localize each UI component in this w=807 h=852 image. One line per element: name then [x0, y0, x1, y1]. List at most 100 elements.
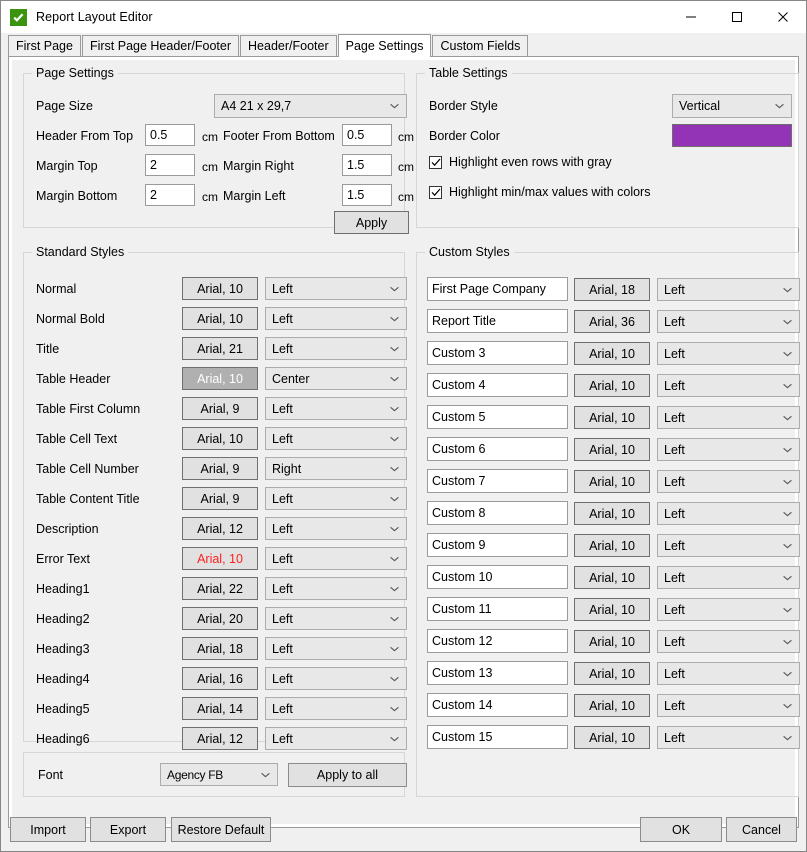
align-combo-custom-3[interactable]: Left: [657, 342, 800, 365]
align-combo-custom-14[interactable]: Left: [657, 694, 800, 717]
align-combo-custom-15[interactable]: Left: [657, 726, 800, 749]
name-input-custom-4[interactable]: Custom 4: [427, 373, 568, 397]
import-button[interactable]: Import: [10, 817, 86, 842]
margin-right-input[interactable]: 1.5: [342, 154, 392, 176]
align-combo-custom-9[interactable]: Left: [657, 534, 800, 557]
font-button-table-content-title[interactable]: Arial, 9: [182, 487, 258, 510]
footer-from-bottom-input[interactable]: 0.5: [342, 124, 392, 146]
name-input-custom-13[interactable]: Custom 13: [427, 661, 568, 685]
border-style-combo[interactable]: Vertical: [672, 94, 792, 118]
minimize-button[interactable]: [668, 1, 714, 33]
font-button-custom-12[interactable]: Arial, 10: [574, 630, 650, 653]
align-combo-custom-13[interactable]: Left: [657, 662, 800, 685]
name-input-custom-12[interactable]: Custom 12: [427, 629, 568, 653]
maximize-button[interactable]: [714, 1, 760, 33]
name-input-custom-1[interactable]: First Page Company: [427, 277, 568, 301]
font-button-heading3[interactable]: Arial, 18: [182, 637, 258, 660]
align-combo-custom-10[interactable]: Left: [657, 566, 800, 589]
align-combo-table-cell-text[interactable]: Left: [265, 427, 407, 450]
tab-first-page[interactable]: First Page: [8, 35, 81, 56]
font-button-custom-9[interactable]: Arial, 10: [574, 534, 650, 557]
font-button-custom-13[interactable]: Arial, 10: [574, 662, 650, 685]
font-button-heading4[interactable]: Arial, 16: [182, 667, 258, 690]
font-button-heading5[interactable]: Arial, 14: [182, 697, 258, 720]
tab-page-settings[interactable]: Page Settings: [338, 34, 432, 57]
align-combo-table-header[interactable]: Center: [265, 367, 407, 390]
font-button-custom-14[interactable]: Arial, 10: [574, 694, 650, 717]
highlight-even-rows-checkbox[interactable]: Highlight even rows with gray: [429, 155, 612, 169]
font-button-heading6[interactable]: Arial, 12: [182, 727, 258, 750]
font-button-normal[interactable]: Arial, 10: [182, 277, 258, 300]
tab-custom-fields[interactable]: Custom Fields: [432, 35, 528, 56]
font-button-table-cell-number[interactable]: Arial, 9: [182, 457, 258, 480]
font-button-description[interactable]: Arial, 12: [182, 517, 258, 540]
ok-button[interactable]: OK: [640, 817, 722, 842]
name-input-custom-10[interactable]: Custom 10: [427, 565, 568, 589]
align-combo-table-cell-number[interactable]: Right: [265, 457, 407, 480]
font-button-custom-7[interactable]: Arial, 10: [574, 470, 650, 493]
tab-header-footer[interactable]: Header/Footer: [240, 35, 337, 56]
align-combo-custom-1[interactable]: Left: [657, 278, 800, 301]
font-button-custom-2[interactable]: Arial, 36: [574, 310, 650, 333]
align-combo-heading2[interactable]: Left: [265, 607, 407, 630]
font-button-heading1[interactable]: Arial, 22: [182, 577, 258, 600]
font-button-title[interactable]: Arial, 21: [182, 337, 258, 360]
font-button-custom-15[interactable]: Arial, 10: [574, 726, 650, 749]
name-input-custom-2[interactable]: Report Title: [427, 309, 568, 333]
font-button-custom-4[interactable]: Arial, 10: [574, 374, 650, 397]
border-color-swatch[interactable]: [672, 124, 792, 147]
export-button[interactable]: Export: [90, 817, 166, 842]
align-combo-normal-bold[interactable]: Left: [265, 307, 407, 330]
font-button-custom-3[interactable]: Arial, 10: [574, 342, 650, 365]
page-size-combo[interactable]: A4 21 x 29,7: [214, 94, 407, 118]
name-input-custom-3[interactable]: Custom 3: [427, 341, 568, 365]
align-combo-custom-7[interactable]: Left: [657, 470, 800, 493]
name-input-custom-15[interactable]: Custom 15: [427, 725, 568, 749]
name-input-custom-8[interactable]: Custom 8: [427, 501, 568, 525]
align-combo-normal[interactable]: Left: [265, 277, 407, 300]
name-input-custom-14[interactable]: Custom 14: [427, 693, 568, 717]
align-combo-custom-5[interactable]: Left: [657, 406, 800, 429]
font-button-custom-5[interactable]: Arial, 10: [574, 406, 650, 429]
name-input-custom-9[interactable]: Custom 9: [427, 533, 568, 557]
margin-left-input[interactable]: 1.5: [342, 184, 392, 206]
font-button-error-text[interactable]: Arial, 10: [182, 547, 258, 570]
align-combo-custom-11[interactable]: Left: [657, 598, 800, 621]
font-button-custom-6[interactable]: Arial, 10: [574, 438, 650, 461]
tab-first-page-header-footer[interactable]: First Page Header/Footer: [82, 35, 239, 56]
header-from-top-input[interactable]: 0.5: [145, 124, 195, 146]
font-family-combo[interactable]: Agency FB: [160, 763, 278, 786]
margin-bottom-input[interactable]: 2: [145, 184, 195, 206]
font-button-table-cell-text[interactable]: Arial, 10: [182, 427, 258, 450]
align-combo-custom-6[interactable]: Left: [657, 438, 800, 461]
name-input-custom-7[interactable]: Custom 7: [427, 469, 568, 493]
align-combo-custom-12[interactable]: Left: [657, 630, 800, 653]
align-combo-description[interactable]: Left: [265, 517, 407, 540]
align-combo-heading1[interactable]: Left: [265, 577, 407, 600]
name-input-custom-11[interactable]: Custom 11: [427, 597, 568, 621]
align-combo-heading6[interactable]: Left: [265, 727, 407, 750]
apply-to-all-button[interactable]: Apply to all: [288, 763, 407, 787]
align-combo-custom-4[interactable]: Left: [657, 374, 800, 397]
highlight-min-max-checkbox[interactable]: Highlight min/max values with colors: [429, 185, 650, 199]
font-button-normal-bold[interactable]: Arial, 10: [182, 307, 258, 330]
apply-button[interactable]: Apply: [334, 211, 409, 234]
align-combo-table-first-column[interactable]: Left: [265, 397, 407, 420]
name-input-custom-5[interactable]: Custom 5: [427, 405, 568, 429]
align-combo-heading3[interactable]: Left: [265, 637, 407, 660]
align-combo-table-content-title[interactable]: Left: [265, 487, 407, 510]
font-button-custom-11[interactable]: Arial, 10: [574, 598, 650, 621]
font-button-heading2[interactable]: Arial, 20: [182, 607, 258, 630]
name-input-custom-6[interactable]: Custom 6: [427, 437, 568, 461]
cancel-button[interactable]: Cancel: [726, 817, 797, 842]
align-combo-custom-8[interactable]: Left: [657, 502, 800, 525]
align-combo-heading5[interactable]: Left: [265, 697, 407, 720]
align-combo-error-text[interactable]: Left: [265, 547, 407, 570]
restore-default-button[interactable]: Restore Default: [171, 817, 271, 842]
font-button-table-header[interactable]: Arial, 10: [182, 367, 258, 390]
close-button[interactable]: [760, 1, 806, 33]
font-button-custom-8[interactable]: Arial, 10: [574, 502, 650, 525]
align-combo-title[interactable]: Left: [265, 337, 407, 360]
font-button-custom-10[interactable]: Arial, 10: [574, 566, 650, 589]
font-button-custom-1[interactable]: Arial, 18: [574, 278, 650, 301]
